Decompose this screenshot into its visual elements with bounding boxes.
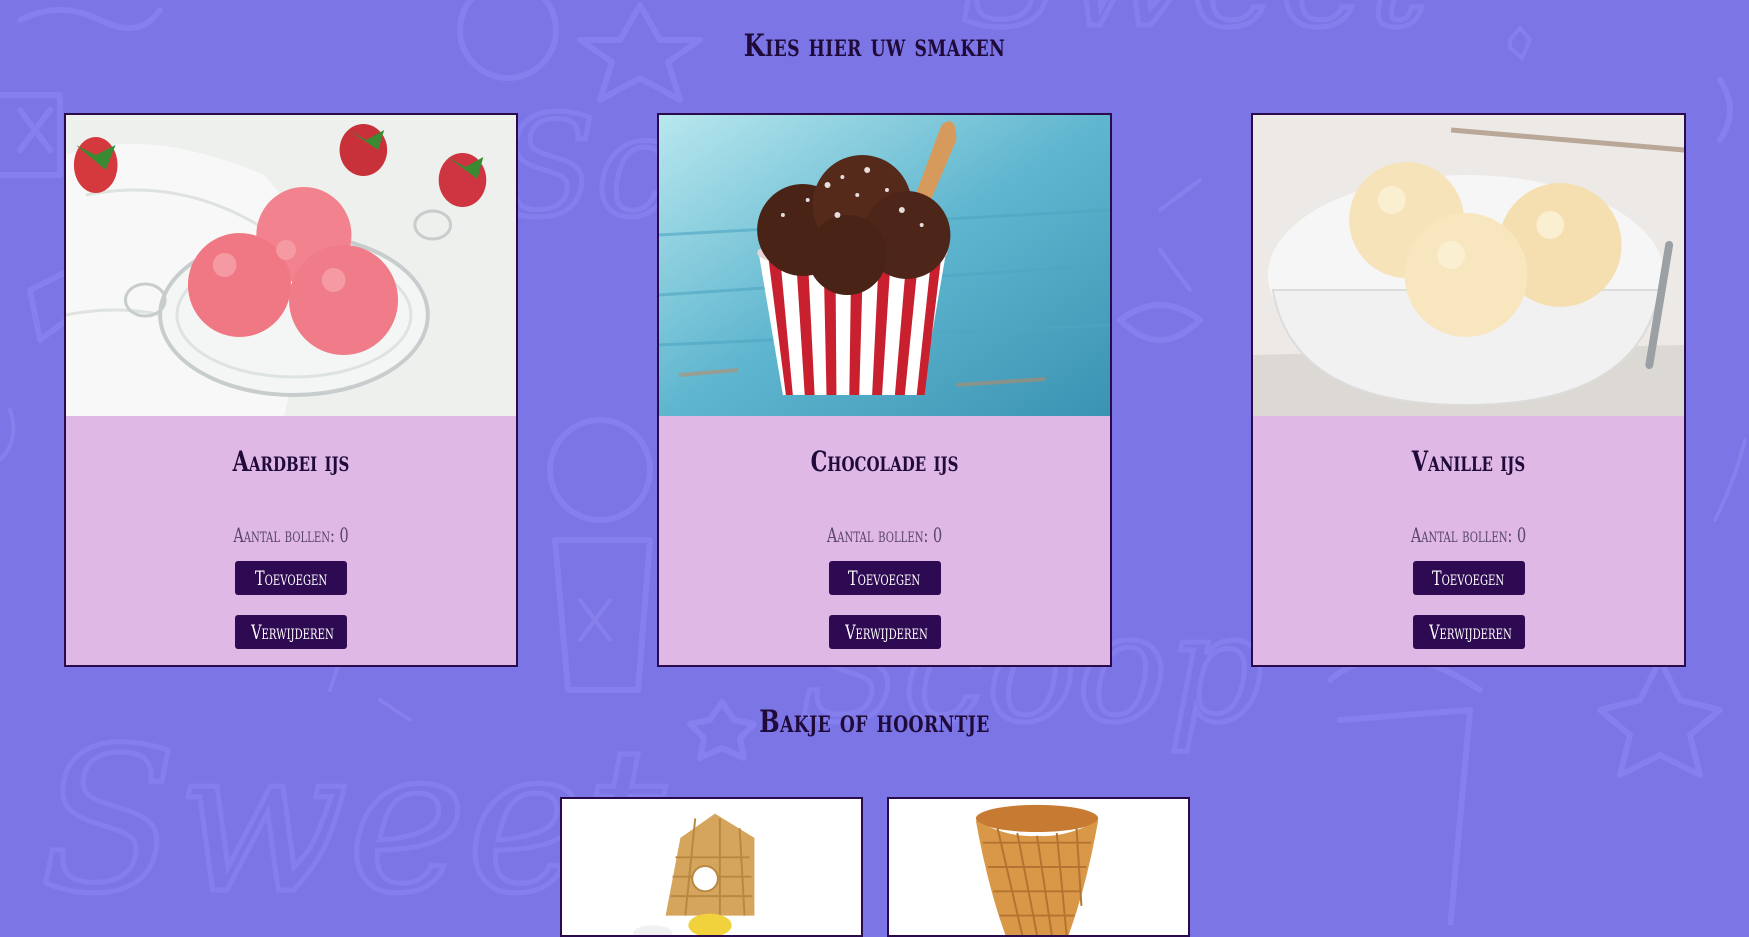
add-button-label: Toevoegen <box>848 566 921 590</box>
remove-button-label: Verwijderen <box>251 620 334 644</box>
add-button-label: Toevoegen <box>1432 566 1505 590</box>
scoop-count: Aantal bollen: 0 <box>233 523 349 547</box>
strawberry-ice-cream-image <box>66 115 516 416</box>
flavor-name: Vanille ijs <box>1411 445 1526 478</box>
flavor-name: Aardbei ijs <box>232 445 350 478</box>
remove-button-label: Verwijderen <box>844 620 928 644</box>
scoop-count: Aantal bollen: 0 <box>1410 523 1527 547</box>
flavor-name: Chocolade ijs <box>810 445 959 478</box>
containers-section-title: Bakje of hoorntje <box>759 704 990 740</box>
container-option-cup[interactable] <box>560 797 863 937</box>
scoop-count: Aantal bollen: 0 <box>826 523 943 547</box>
flavors-section-title: Kies hier uw smaken <box>743 28 1006 64</box>
waffle-cone-image <box>889 799 1188 935</box>
add-button[interactable]: Toevoegen <box>828 561 941 595</box>
add-button[interactable]: Toevoegen <box>1412 561 1525 595</box>
flavor-card-vanilla: Vanille ijs Aantal bollen: 0 Toevoegen V… <box>1251 113 1686 667</box>
container-option-cone[interactable] <box>887 797 1190 937</box>
remove-button-label: Verwijderen <box>1428 620 1512 644</box>
ice-cream-cup-image <box>562 799 861 935</box>
vanilla-ice-cream-image <box>1253 115 1684 416</box>
flavor-card-chocolate: Chocolade ijs Aantal bollen: 0 Toevoegen… <box>657 113 1112 667</box>
remove-button[interactable]: Verwijderen <box>828 615 941 649</box>
flavor-card-strawberry: Aardbei ijs Aantal bollen: 0 Toevoegen V… <box>64 113 518 667</box>
remove-button[interactable]: Verwijderen <box>235 615 347 649</box>
page-content: Kies hier uw smaken Aardbei ijs Aantal b… <box>0 0 1749 937</box>
remove-button[interactable]: Verwijderen <box>1412 615 1525 649</box>
chocolate-ice-cream-image <box>659 115 1110 416</box>
add-button[interactable]: Toevoegen <box>235 561 347 595</box>
add-button-label: Toevoegen <box>254 566 328 590</box>
